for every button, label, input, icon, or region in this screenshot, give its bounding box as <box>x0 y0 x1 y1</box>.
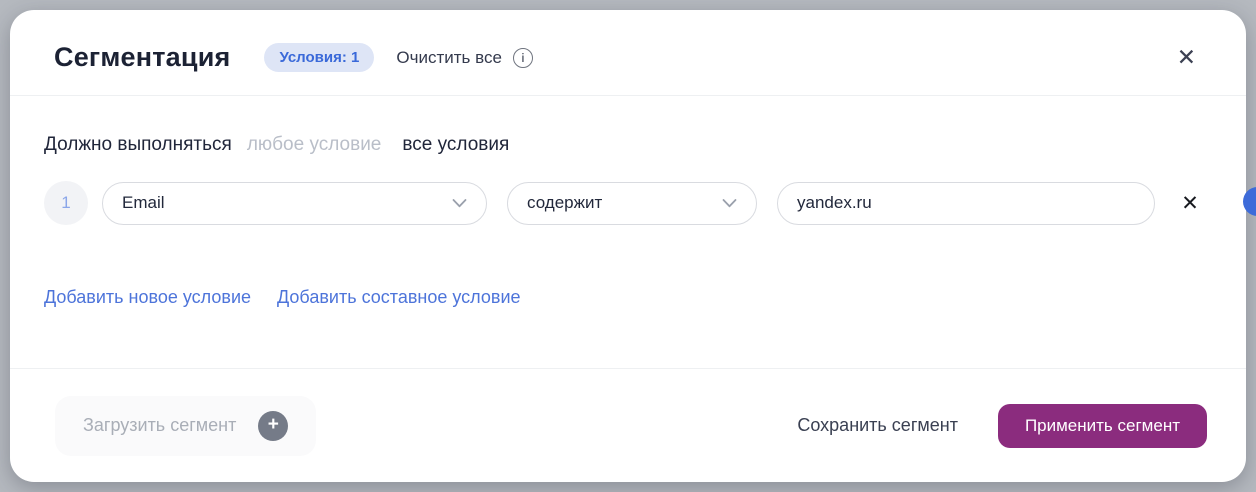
condition-value-input[interactable] <box>797 193 1135 213</box>
add-condition-link[interactable]: Добавить новое условие <box>44 287 251 308</box>
segmentation-modal: Сегментация Условия: 1 Очистить все i ✕ … <box>10 10 1246 482</box>
add-compound-condition-link[interactable]: Добавить составное условие <box>277 287 520 308</box>
condition-row: 1 Email содержит ✕ <box>44 181 1212 225</box>
modal-footer: Загрузить сегмент + Сохранить сегмент Пр… <box>10 369 1246 482</box>
operator-select[interactable]: содержит <box>507 181 757 225</box>
add-links-row: Добавить новое условие Добавить составно… <box>44 287 1212 308</box>
match-mode-label: Должно выполняться <box>44 134 232 155</box>
condition-index-badge: 1 <box>44 181 88 225</box>
load-segment-label: Загрузить сегмент <box>83 415 237 435</box>
load-segment-button[interactable]: Загрузить сегмент + <box>55 395 317 456</box>
apply-segment-button[interactable]: Применить сегмент <box>997 403 1207 448</box>
clear-all-button[interactable]: Очистить все <box>396 48 502 68</box>
chevron-down-icon <box>452 198 467 208</box>
save-segment-button[interactable]: Сохранить сегмент <box>797 415 958 436</box>
conditions-count-badge: Условия: 1 <box>264 43 375 72</box>
field-select-value: Email <box>122 193 165 212</box>
modal-header: Сегментация Условия: 1 Очистить все i ✕ <box>10 10 1246 95</box>
field-select[interactable]: Email <box>102 181 487 225</box>
page-title: Сегментация <box>54 42 231 72</box>
condition-value-field-wrap <box>777 181 1155 225</box>
modal-body: Должно выполняться любое условие все усл… <box>10 96 1246 368</box>
match-option-any[interactable]: любое условие <box>247 134 382 156</box>
remove-condition-button[interactable]: ✕ <box>1168 181 1212 225</box>
plus-icon: + <box>258 410 289 441</box>
close-icon[interactable]: ✕ <box>1177 46 1196 69</box>
chevron-down-icon <box>722 198 737 208</box>
match-option-all[interactable]: все условия <box>402 134 509 156</box>
match-mode-row: Должно выполняться любое условие все усл… <box>44 134 1212 156</box>
operator-select-value: содержит <box>527 193 603 212</box>
info-icon[interactable]: i <box>512 47 533 68</box>
